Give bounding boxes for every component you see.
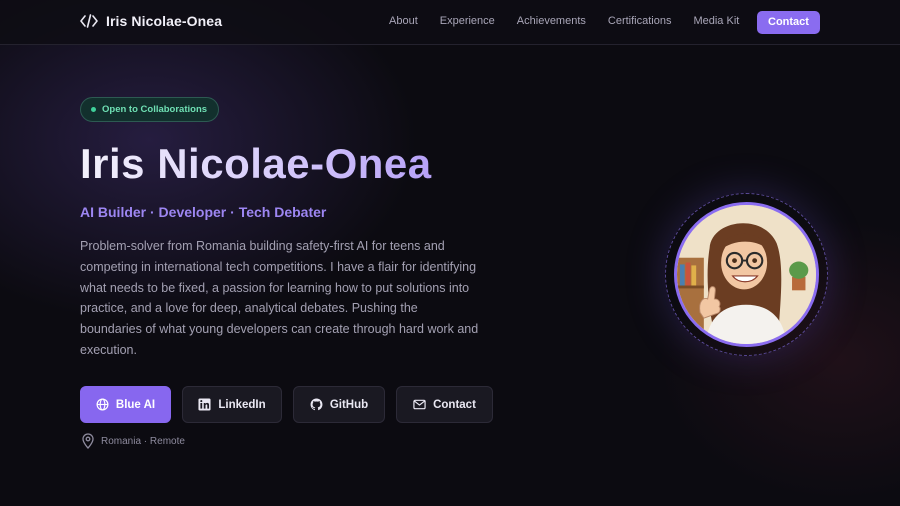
code-icon — [80, 14, 98, 28]
location-text: Romania · Remote — [101, 435, 185, 447]
mail-icon — [413, 399, 426, 410]
status-badge: Open to Collaborations — [80, 97, 220, 122]
hero-description: Problem-solver from Romania building saf… — [80, 239, 479, 357]
linkedin-icon — [198, 398, 211, 411]
brand[interactable]: Iris Nicolae-Onea — [80, 13, 222, 29]
avatar — [674, 202, 819, 347]
nav-link-about[interactable]: About — [389, 15, 418, 27]
brand-name: Iris Nicolae-Onea — [106, 13, 223, 29]
blue-ai-button[interactable]: Blue AI — [80, 386, 171, 423]
github-button-label: GitHub — [329, 398, 369, 411]
location: Romania · Remote — [81, 433, 185, 449]
blue-ai-button-label: Blue AI — [115, 398, 156, 411]
github-button[interactable]: GitHub — [293, 386, 385, 423]
nav-links: About Experience Achievements Certificat… — [389, 15, 761, 27]
nav-link-media-kit[interactable]: Media Kit — [693, 15, 739, 27]
status-dot-icon — [91, 107, 96, 112]
nav-link-achievements[interactable]: Achievements — [517, 15, 586, 27]
top-nav: Iris Nicolae-Onea About Experience Achie… — [0, 0, 900, 45]
hero-title: Iris Nicolae-Onea — [80, 140, 432, 187]
globe-icon — [96, 398, 109, 411]
linkedin-button-label: LinkedIn — [218, 398, 266, 411]
hero-actions: Blue AI LinkedIn GitHub Contact — [80, 386, 504, 423]
nav-link-certifications[interactable]: Certifications — [608, 15, 672, 27]
contact-button[interactable]: Contact — [396, 386, 493, 423]
map-pin-icon — [82, 433, 94, 449]
avatar-illustration — [677, 205, 816, 344]
status-badge-label: Open to Collaborations — [102, 104, 208, 115]
linkedin-button[interactable]: LinkedIn — [182, 386, 282, 423]
contact-button-label: Contact — [433, 398, 476, 411]
nav-link-experience[interactable]: Experience — [440, 15, 495, 27]
avatar-container — [665, 193, 828, 356]
nav-contact-button[interactable]: Contact — [757, 11, 820, 34]
hero-subtitle: AI Builder · Developer · Tech Debater — [80, 204, 327, 220]
github-icon — [310, 398, 323, 411]
